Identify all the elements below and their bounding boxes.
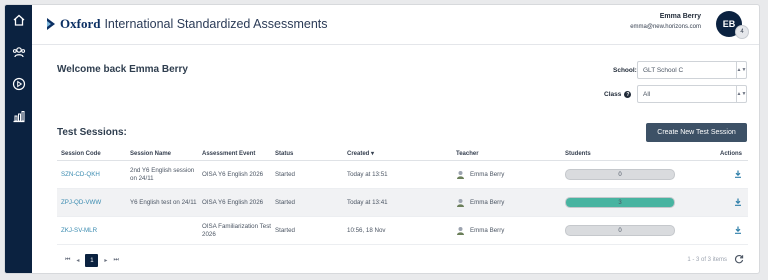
class-label: Class ? [604, 91, 632, 98]
class-select[interactable]: All ▲▼ [637, 85, 747, 103]
app-window: Oxford International Standardized Assess… [4, 4, 760, 274]
section-title: Test Sessions: [57, 127, 127, 138]
column-header[interactable]: Teacher [456, 151, 565, 157]
table-row[interactable]: ZPJ-QD-VWW Y6 English test on 24/11 OISA… [57, 189, 748, 217]
home-icon [13, 14, 24, 26]
session-code-link[interactable]: ZPJ-QD-VWW [57, 199, 130, 206]
status: Started [275, 171, 295, 178]
table-row[interactable]: SZN-CD-QKH 2nd Y6 English session on 24/… [57, 161, 748, 189]
first-page-button[interactable]: ⏮ [65, 257, 70, 264]
user-info: Emma Berry emma@new.horizons.com [630, 13, 701, 30]
download-icon[interactable] [734, 170, 742, 178]
school-label-text: School: [613, 67, 637, 74]
user-name: Emma Berry [659, 13, 701, 20]
nav-play[interactable] [9, 75, 29, 93]
teacher-name: Emma Berry [470, 171, 505, 178]
table-row[interactable]: ZKJ-SV-MLR OISA Familiarization Test 202… [57, 217, 748, 245]
download-icon[interactable] [734, 198, 742, 206]
chevron-down-icon: ▲▼ [736, 86, 746, 102]
students-count: 3 [618, 199, 622, 206]
class-label-text: Class [604, 91, 622, 98]
actions-cell [705, 170, 748, 180]
actions-cell [705, 226, 748, 236]
created: Today at 13:51 [347, 171, 388, 178]
next-page-button[interactable]: ▸ [104, 257, 107, 264]
students-progress: 0 [565, 169, 675, 180]
brand-name: Oxford [60, 16, 101, 31]
users-icon [12, 47, 25, 58]
sidebar [5, 5, 32, 273]
sessions-table: Session Code Session Name Assessment Eve… [57, 147, 748, 245]
top-header: Oxford International Standardized Assess… [32, 5, 759, 45]
students-progress: 0 [565, 225, 675, 236]
created: 10:56, 18 Nov [347, 227, 386, 234]
pagination-info: 1 - 3 of 3 items [687, 257, 727, 263]
class-select-value: All [643, 90, 651, 98]
table-header: Session Code Session Name Assessment Eve… [57, 147, 748, 161]
app-logo[interactable]: Oxford International Standardized Assess… [46, 16, 328, 32]
column-header[interactable]: Students [565, 151, 705, 157]
assessment-event: OISA Y6 English 2026 [202, 198, 264, 206]
teacher-cell: Emma Berry [456, 170, 565, 179]
students-progress: 3 [565, 197, 675, 208]
column-header: Actions [719, 150, 742, 157]
column-header[interactable]: Assessment Event [202, 151, 275, 157]
chevron-down-icon: ▲▼ [736, 62, 746, 78]
prev-page-button[interactable]: ◂ [76, 257, 79, 264]
teacher-cell: Emma Berry [456, 226, 565, 235]
teacher-name: Emma Berry [470, 227, 505, 234]
students-count: 0 [618, 227, 622, 234]
students-cell: 0 [565, 225, 705, 236]
teacher-icon [457, 171, 464, 179]
oxford-logo-icon [47, 18, 55, 30]
teacher-icon [457, 227, 464, 235]
session-code-link[interactable]: ZKJ-SV-MLR [57, 227, 130, 234]
school-select[interactable]: GLT School C ▲▼ [637, 61, 747, 79]
nav-home[interactable] [9, 11, 29, 29]
session-name: Y6 English test on 24/11 [130, 198, 197, 206]
nav-reports[interactable] [9, 107, 29, 125]
play-icon [12, 77, 25, 91]
column-header[interactable]: Status [275, 151, 347, 157]
students-cell: 3 [565, 197, 705, 208]
column-header[interactable]: Session Name [130, 151, 202, 157]
status: Started [275, 199, 295, 206]
school-label: School: [613, 67, 637, 74]
current-page[interactable]: 1 [85, 254, 99, 267]
teacher-cell: Emma Berry [456, 198, 565, 207]
column-header[interactable]: Created ▾ [347, 150, 456, 157]
teacher-name: Emma Berry [470, 199, 505, 206]
user-email: emma@new.horizons.com [630, 24, 701, 30]
app-title: International Standardized Assessments [104, 17, 328, 31]
assessment-event: OISA Familiarization Test 2026 [202, 222, 272, 238]
download-icon[interactable] [734, 226, 742, 234]
students-count: 0 [618, 171, 622, 178]
notification-badge[interactable]: 4 [735, 25, 749, 39]
last-page-button[interactable]: ⏭ [113, 257, 118, 264]
help-icon[interactable]: ? [624, 91, 632, 98]
nav-users[interactable] [9, 43, 29, 61]
chart-icon [13, 111, 24, 123]
refresh-icon[interactable] [734, 254, 744, 264]
session-code-link[interactable]: SZN-CD-QKH [57, 171, 130, 178]
status: Started [275, 227, 295, 234]
created: Today at 13:41 [347, 199, 388, 206]
main-area: Oxford International Standardized Assess… [32, 5, 759, 273]
session-name: 2nd Y6 English session on 24/11 [130, 166, 195, 182]
page-title: Welcome back Emma Berry [57, 64, 188, 75]
teacher-icon [457, 199, 464, 207]
pagination: ⏮ ◂ 1 ▸ ⏭ [65, 254, 119, 267]
column-header[interactable]: Session Code [57, 151, 130, 157]
assessment-event: OISA Y6 English 2026 [202, 170, 264, 178]
actions-cell [705, 198, 748, 208]
create-test-session-button[interactable]: Create New Test Session [646, 123, 747, 142]
students-cell: 0 [565, 169, 705, 180]
school-select-value: GLT School C [643, 66, 684, 74]
